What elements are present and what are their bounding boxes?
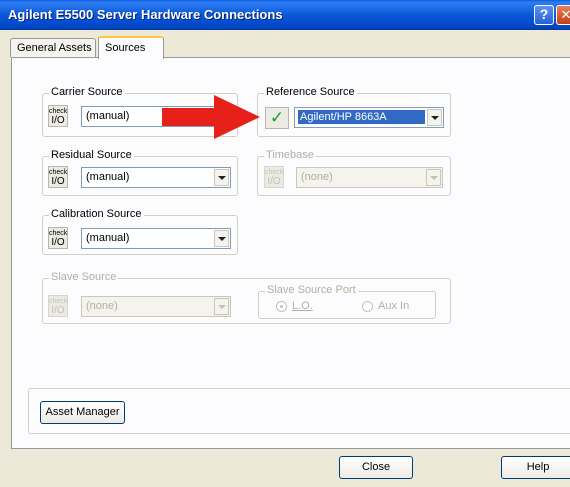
io-text: I/O (267, 176, 281, 187)
asset-manager-button[interactable]: Asset Manager (40, 401, 125, 424)
residual-source-label: Residual Source (49, 149, 134, 161)
reference-source-label: Reference Source (264, 86, 357, 98)
carrier-source-label: Carrier Source (49, 86, 125, 98)
io-text: I/O (51, 176, 65, 187)
radio-aux-in (362, 301, 373, 312)
close-title-button[interactable]: ✕ (556, 5, 570, 25)
io-text: I/O (51, 305, 65, 316)
check-text: check (49, 108, 68, 115)
slave-source-label: Slave Source (49, 271, 119, 283)
timebase-label: Timebase (264, 149, 316, 161)
chevron-down-icon[interactable] (214, 230, 229, 247)
check-text: check (49, 169, 68, 176)
reference-source-select[interactable]: Agilent/HP 8663A (294, 107, 444, 128)
io-text: I/O (51, 237, 65, 248)
check-text: check (265, 169, 284, 176)
tab-general-assets[interactable]: General Assets (10, 38, 96, 57)
checkmark-icon[interactable]: ✓ (265, 107, 289, 129)
tab-sources[interactable]: Sources (98, 36, 164, 59)
window-title: Agilent E5500 Server Hardware Connection… (8, 7, 283, 22)
calibration-source-label: Calibration Source (49, 208, 144, 220)
reference-source-value: Agilent/HP 8663A (298, 110, 425, 124)
slave-source-value: (none) (86, 300, 118, 312)
chevron-down-icon[interactable] (214, 169, 229, 186)
timebase-check-io-button: check I/O (264, 166, 284, 188)
check-text: check (49, 230, 68, 237)
slave-source-select: (none) (81, 296, 231, 317)
slave-port-label: Slave Source Port (265, 284, 358, 296)
calibration-check-io-button[interactable]: check I/O (48, 227, 68, 249)
chevron-down-icon (214, 298, 229, 315)
residual-source-select[interactable]: (manual) (81, 167, 231, 188)
residual-check-io-button[interactable]: check I/O (48, 166, 68, 188)
close-button[interactable]: Close (339, 456, 413, 479)
radio-lo-label: L.O. (292, 300, 313, 312)
help-button[interactable]: Help (501, 456, 570, 479)
red-arrow-annotation (162, 95, 260, 139)
chevron-down-icon[interactable] (427, 109, 442, 126)
timebase-select: (none) (296, 167, 443, 188)
radio-lo (276, 301, 287, 312)
dialog-window: Agilent E5500 Server Hardware Connection… (0, 0, 570, 487)
radio-aux-in-label: Aux In (378, 300, 410, 312)
calibration-source-value: (manual) (86, 232, 130, 244)
calibration-source-select[interactable]: (manual) (81, 228, 231, 249)
chevron-down-icon (426, 169, 441, 186)
help-title-button[interactable]: ? (534, 5, 554, 25)
io-text: I/O (51, 115, 65, 126)
title-bar[interactable]: Agilent E5500 Server Hardware Connection… (0, 0, 570, 30)
timebase-value: (none) (301, 171, 333, 183)
residual-source-value: (manual) (86, 171, 130, 183)
carrier-check-io-button[interactable]: check I/O (48, 105, 68, 127)
slave-check-io-button: check I/O (48, 295, 68, 317)
check-text: check (49, 298, 68, 305)
carrier-source-value: (manual) (86, 110, 130, 122)
